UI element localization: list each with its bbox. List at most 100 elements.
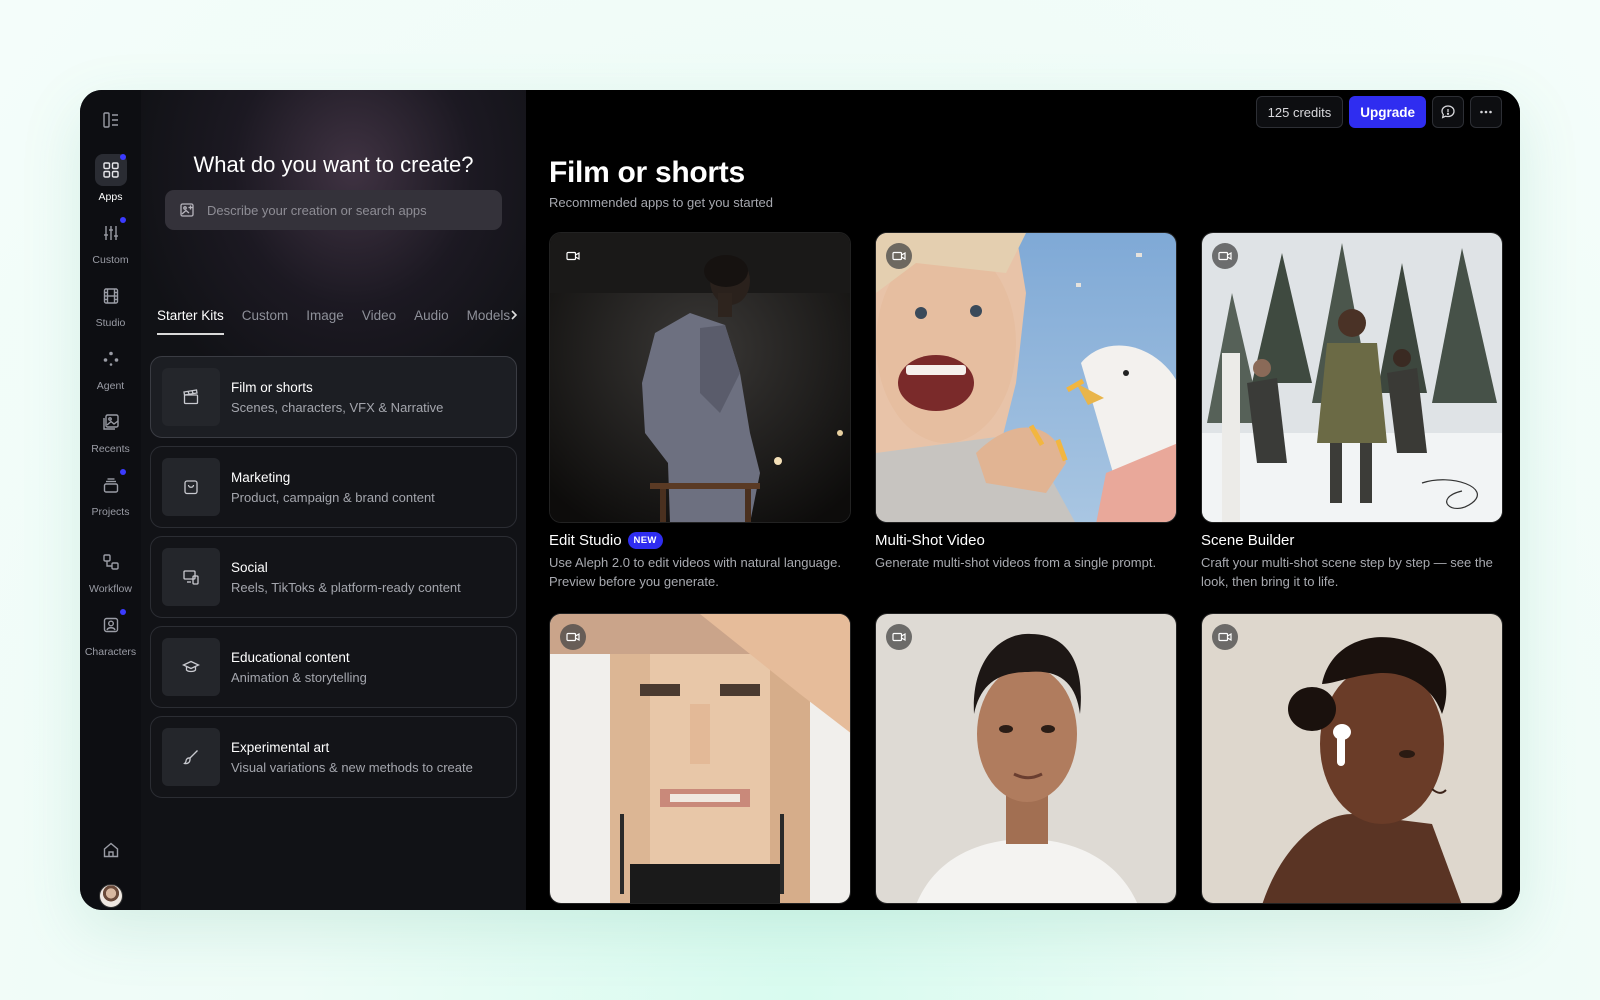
rail-label: Characters <box>84 646 137 658</box>
kit-title: Film or shorts <box>231 379 313 395</box>
workflow-icon <box>102 554 119 570</box>
card-title-row: Multi-Shot Video <box>875 532 1177 549</box>
top-bar: 125 credits Upgrade <box>1255 96 1502 128</box>
chat-bubble-icon <box>1441 105 1455 119</box>
rail-label: Recents <box>91 443 130 455</box>
search-input[interactable] <box>207 202 487 218</box>
notification-dot <box>119 609 126 615</box>
rail-item-workflow[interactable]: Workflow <box>80 546 141 595</box>
app-window: Apps Custom Studio Agent Recents Project… <box>80 90 1520 910</box>
kit-subtitle: Scenes, characters, VFX & Narrative <box>231 399 444 415</box>
kit-experimental-art[interactable]: Experimental art Visual variations & new… <box>150 716 517 798</box>
kit-subtitle: Animation & storytelling <box>231 669 367 685</box>
category-tabs: Starter Kits Custom Image Video Audio Mo… <box>157 308 517 335</box>
card-thumbnail <box>1201 232 1503 523</box>
upgrade-button[interactable]: Upgrade <box>1349 96 1426 128</box>
rail-item-recents[interactable]: Recents <box>80 406 141 455</box>
rail-item-custom[interactable]: Custom <box>80 217 141 266</box>
app-card-multi-shot-video[interactable]: Multi-Shot Video Generate multi-shot vid… <box>875 232 1177 591</box>
card-title: Multi-Shot Video <box>875 532 985 549</box>
app-card[interactable] <box>875 613 1177 904</box>
starter-kit-list: Film or shorts Scenes, characters, VFX &… <box>150 356 517 806</box>
tabs-scroll-right-button[interactable] <box>509 308 519 324</box>
app-card-edit-studio[interactable]: Edit Studio NEW Use Aleph 2.0 to edit vi… <box>549 232 851 591</box>
tab-image[interactable]: Image <box>306 308 344 335</box>
card-title: Edit Studio <box>549 532 622 549</box>
home-icon <box>103 842 118 858</box>
chevron-right-icon <box>511 310 518 320</box>
panel-title: What do you want to create? <box>193 152 474 177</box>
kit-marketing[interactable]: Marketing Product, campaign & brand cont… <box>150 446 517 528</box>
app-card-scene-builder[interactable]: Scene Builder Craft your multi-shot scen… <box>1201 232 1503 591</box>
image-upload-icon[interactable] <box>179 202 195 218</box>
rail-item-studio[interactable]: Studio <box>80 280 141 329</box>
rail-item-projects[interactable]: Projects <box>80 469 141 518</box>
card-title-row: Scene Builder <box>1201 532 1503 549</box>
notification-dot <box>119 217 126 223</box>
apps-grid-icon <box>102 162 119 178</box>
avatar[interactable] <box>98 884 123 908</box>
graduation-cap-icon <box>182 660 200 673</box>
rail-item-agent[interactable]: Agent <box>80 343 141 392</box>
kit-social[interactable]: Social Reels, TikToks & platform-ready c… <box>150 536 517 618</box>
kit-film-or-shorts[interactable]: Film or shorts Scenes, characters, VFX &… <box>150 356 517 438</box>
app-card[interactable] <box>1201 613 1503 904</box>
video-camera-icon <box>1218 632 1232 642</box>
rail-label: Workflow <box>89 583 132 595</box>
card-description: Use Aleph 2.0 to edit videos with natura… <box>549 555 841 589</box>
card-title: Scene Builder <box>1201 532 1295 549</box>
brush-icon <box>183 750 198 765</box>
rail-label: Studio <box>95 317 126 329</box>
rail-item-apps[interactable]: Apps <box>80 154 141 203</box>
app-card-grid: Edit Studio NEW Use Aleph 2.0 to edit vi… <box>549 232 1503 904</box>
card-thumbnail <box>875 232 1177 523</box>
kit-title: Social <box>231 559 268 575</box>
notification-dot <box>119 154 126 160</box>
video-badge <box>1212 243 1238 269</box>
kit-educational-content[interactable]: Educational content Animation & storytel… <box>150 626 517 708</box>
sidebar-toggle-icon <box>102 112 118 128</box>
sparkle-dots-icon <box>103 351 118 366</box>
video-camera-icon <box>1218 251 1232 261</box>
video-badge <box>886 243 912 269</box>
sliders-icon <box>103 226 118 240</box>
page-subtitle: Recommended apps to get you started <box>549 195 774 210</box>
tab-custom[interactable]: Custom <box>242 308 289 335</box>
tab-starter-kits[interactable]: Starter Kits <box>157 308 224 335</box>
credits-button[interactable]: 125 credits <box>1255 96 1344 128</box>
app-card[interactable] <box>549 613 851 904</box>
tab-audio[interactable]: Audio <box>414 308 449 335</box>
create-panel: What do you want to create? Starter Kits… <box>141 90 526 910</box>
card-thumbnail <box>875 613 1177 904</box>
image-stack-icon <box>102 414 119 430</box>
card-thumbnail <box>1201 613 1503 904</box>
character-icon <box>103 617 118 633</box>
kit-title: Experimental art <box>231 739 330 755</box>
card-description: Generate multi-shot videos from a single… <box>875 555 1157 570</box>
page-title: Film or shorts <box>549 156 745 189</box>
nav-rail: Apps Custom Studio Agent Recents Project… <box>80 90 141 910</box>
rail-item-characters[interactable]: Characters <box>80 609 141 658</box>
search-field[interactable] <box>165 190 502 230</box>
more-options-button[interactable] <box>1470 96 1502 128</box>
feedback-button[interactable] <box>1432 96 1464 128</box>
shopping-bag-icon <box>184 480 198 495</box>
video-camera-icon <box>892 251 906 261</box>
card-description: Craft your multi-shot scene step by step… <box>1201 555 1493 589</box>
video-camera-icon <box>566 251 580 261</box>
kit-title: Marketing <box>231 469 291 485</box>
home-button[interactable] <box>95 834 127 866</box>
clapperboard-icon <box>183 389 199 405</box>
card-title-row: Edit Studio NEW <box>549 532 851 549</box>
video-badge <box>560 624 586 650</box>
kit-subtitle: Visual variations & new methods to creat… <box>231 759 473 775</box>
card-thumbnail <box>549 613 851 904</box>
kit-title: Educational content <box>231 649 350 665</box>
kit-subtitle: Product, campaign & brand content <box>231 489 435 505</box>
video-badge <box>560 243 586 269</box>
video-camera-icon <box>892 632 906 642</box>
sidebar-toggle-button[interactable] <box>95 104 127 136</box>
notification-dot <box>119 469 126 475</box>
tab-models[interactable]: Models <box>467 308 511 335</box>
tab-video[interactable]: Video <box>362 308 396 335</box>
